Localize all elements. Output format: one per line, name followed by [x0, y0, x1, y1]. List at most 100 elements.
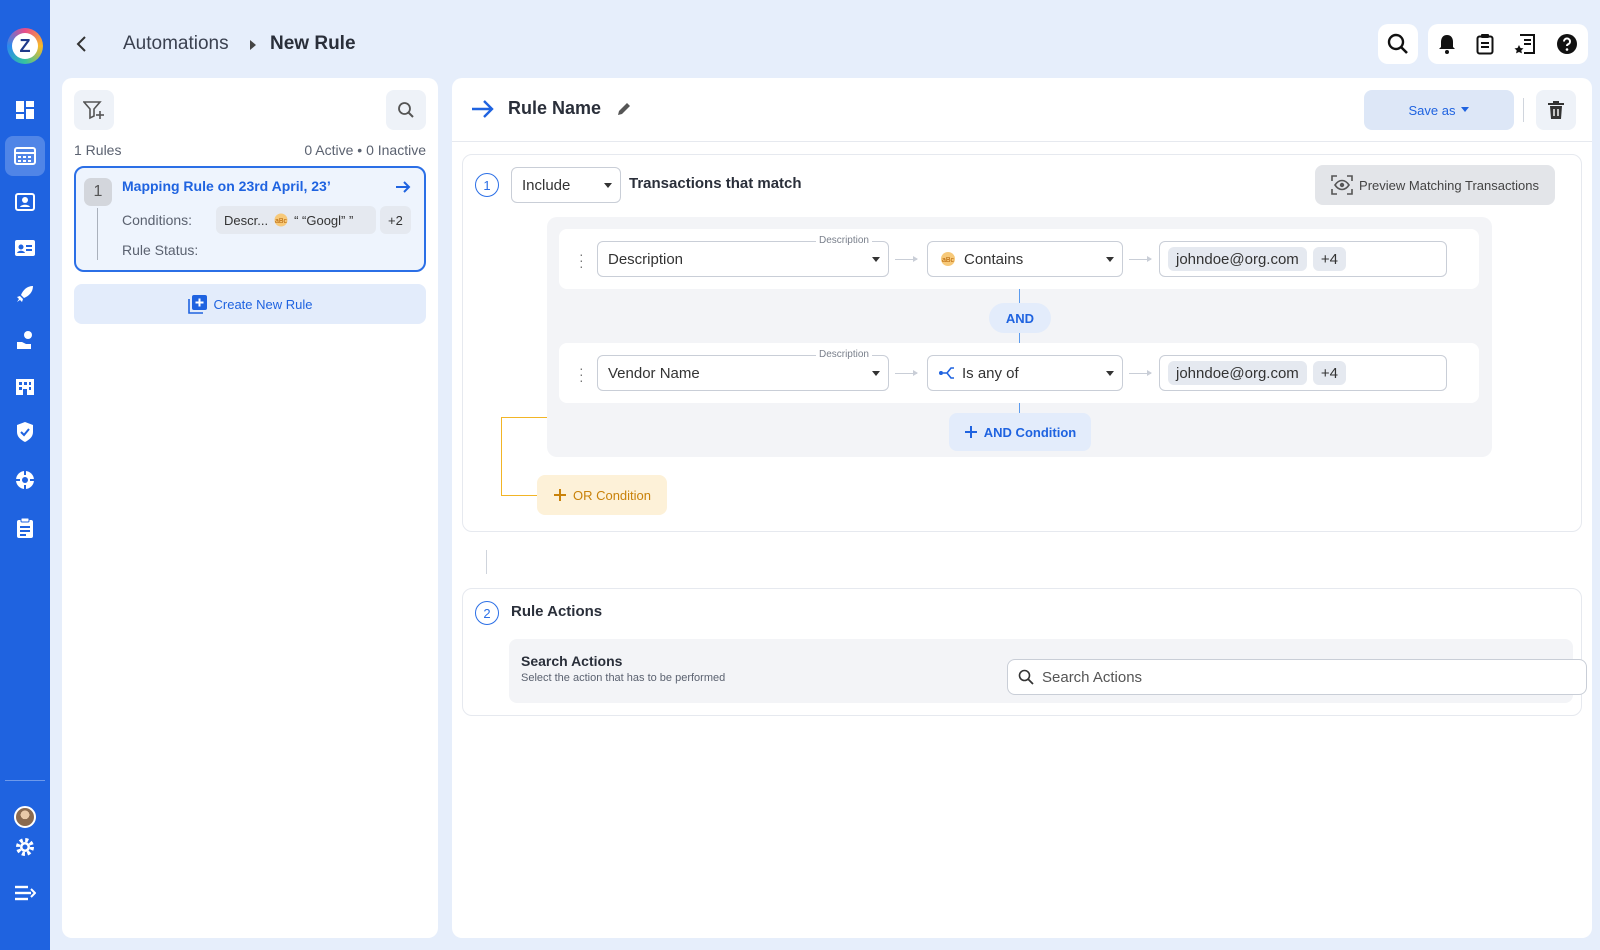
preview-matching-button[interactable]: Preview Matching Transactions — [1315, 165, 1555, 205]
drag-handle-icon[interactable]: · · · — [579, 361, 584, 387]
include-select[interactable]: Include — [511, 167, 621, 203]
or-bracket-bottom — [501, 495, 537, 496]
actions-section: 2 Rule Actions Search Actions Select the… — [462, 588, 1587, 716]
help-icon[interactable] — [1556, 33, 1578, 55]
flow-arrow — [1129, 370, 1152, 376]
operator-select[interactable]: Is any of — [927, 355, 1123, 391]
step-number: 1 — [475, 173, 499, 197]
rules-count: 1 Rules — [74, 142, 122, 158]
nav-settings[interactable] — [0, 825, 50, 869]
operator-select[interactable]: aBc Contains — [927, 241, 1123, 277]
nav-payments[interactable] — [0, 318, 50, 362]
rules-status-summary: 0 Active • 0 Inactive — [304, 142, 426, 158]
rule-status-label: Rule Status: — [122, 242, 199, 258]
app-logo[interactable]: Z — [7, 28, 43, 64]
conditions-label: Conditions: — [122, 212, 193, 228]
more-conditions-badge[interactable]: +2 — [380, 206, 411, 234]
add-filter-button[interactable] — [74, 90, 114, 130]
plus-icon — [553, 489, 566, 501]
add-or-condition-button[interactable]: OR Condition — [537, 475, 667, 515]
global-search-button[interactable] — [1378, 24, 1418, 64]
and-toggle[interactable]: AND — [989, 303, 1051, 333]
rule-editor: Rule Name Save as 1 Include Transactions… — [452, 78, 1592, 938]
contacts-icon — [15, 193, 35, 211]
search-actions-subtitle: Select the action that has to be perform… — [521, 672, 726, 684]
filter-add-icon — [83, 101, 104, 120]
rule-title: Mapping Rule on 23rd April, 23’ — [122, 178, 331, 194]
drag-handle-icon[interactable]: · · · — [579, 247, 584, 273]
and-connector — [1019, 333, 1020, 343]
nav-reports[interactable] — [0, 506, 50, 550]
section-connector — [486, 550, 487, 574]
bell-icon[interactable] — [1438, 34, 1456, 54]
add-and-condition-button[interactable]: AND Condition — [949, 413, 1091, 451]
search-actions-panel: Search Actions Select the action that ha… — [509, 639, 1587, 703]
value-input[interactable]: johndoe@org.com +4 — [1159, 241, 1447, 277]
field-select[interactable]: Description Description — [597, 235, 889, 277]
step-number: 2 — [475, 601, 499, 625]
sidebar-divider — [5, 780, 45, 781]
condition-group: · · · Description Description aBc Contains… — [547, 217, 1492, 457]
text-type-icon: aBc — [274, 213, 288, 227]
caret-down-icon — [1461, 107, 1470, 112]
clipboard-icon[interactable] — [1476, 33, 1494, 55]
nav-collapse[interactable] — [0, 871, 50, 915]
building-icon — [16, 379, 34, 395]
arrow-right-icon[interactable] — [394, 178, 412, 196]
nav-transactions[interactable] — [0, 134, 50, 178]
chevron-left-icon — [76, 36, 86, 52]
search-icon — [398, 102, 414, 118]
id-card-icon — [15, 240, 35, 256]
dashboard-icon — [16, 101, 34, 119]
text-type-icon: aBc — [941, 252, 955, 266]
editor-toolbar: Rule Name Save as — [452, 78, 1592, 142]
shield-check-icon — [17, 422, 33, 442]
nav-integrations[interactable] — [0, 458, 50, 502]
rocket-icon — [17, 286, 33, 302]
rule-card[interactable]: 1 Mapping Rule on 23rd April, 23’ Condit… — [74, 166, 426, 272]
add-box-icon — [187, 295, 207, 314]
search-actions-title: Search Actions — [521, 653, 623, 669]
delete-rule-button[interactable] — [1536, 90, 1576, 130]
nav-vendors[interactable] — [0, 364, 50, 408]
condition-chip: Descr... aBc “ “Googl” ” — [216, 206, 376, 234]
more-values-badge[interactable]: +4 — [1312, 361, 1346, 385]
and-connector — [1019, 289, 1020, 303]
nav-launch[interactable] — [0, 272, 50, 316]
arrow-right-icon — [472, 100, 494, 118]
breadcrumb-automations[interactable]: Automations — [123, 33, 229, 55]
save-as-button[interactable]: Save as — [1364, 90, 1514, 130]
nav-id-card[interactable] — [0, 226, 50, 270]
more-values-badge[interactable]: +4 — [1312, 247, 1346, 271]
or-bracket-top — [501, 417, 549, 418]
nav-security[interactable] — [0, 410, 50, 454]
and-connector — [1019, 403, 1020, 413]
rule-number: 1 — [84, 178, 112, 206]
search-rules-button[interactable] — [386, 90, 426, 130]
breadcrumb-separator-icon — [250, 40, 256, 50]
value-chip[interactable]: johndoe@org.com — [1168, 247, 1307, 271]
conditions-section: 1 Include Transactions that match Previe… — [462, 154, 1582, 532]
nav-dashboard[interactable] — [0, 88, 50, 132]
field-select[interactable]: Description Vendor Name — [597, 349, 889, 391]
flow-arrow — [895, 370, 918, 376]
svg-text:aBc: aBc — [275, 218, 288, 225]
value-input[interactable]: johndoe@org.com +4 — [1159, 355, 1447, 391]
receipt-star-icon[interactable] — [1514, 33, 1536, 55]
flow-arrow — [895, 256, 918, 262]
svg-text:aBc: aBc — [942, 257, 955, 264]
condition-field: Descr... — [224, 212, 269, 228]
create-new-rule-button[interactable]: Create New Rule — [74, 284, 426, 324]
search-actions-input[interactable]: Search Actions — [1007, 659, 1587, 695]
nav-contacts[interactable] — [0, 180, 50, 224]
rule-name[interactable]: Rule Name — [508, 98, 601, 119]
value-chip[interactable]: johndoe@org.com — [1168, 361, 1307, 385]
clipboard-icon — [17, 517, 33, 538]
back-button[interactable] — [72, 34, 92, 54]
sidebar: Z — [0, 0, 50, 950]
eye-scan-icon — [1331, 175, 1353, 195]
hand-coin-icon — [17, 331, 32, 349]
pencil-icon[interactable] — [616, 101, 632, 117]
section-heading: Transactions that match — [629, 175, 802, 192]
trash-icon — [1548, 101, 1564, 119]
